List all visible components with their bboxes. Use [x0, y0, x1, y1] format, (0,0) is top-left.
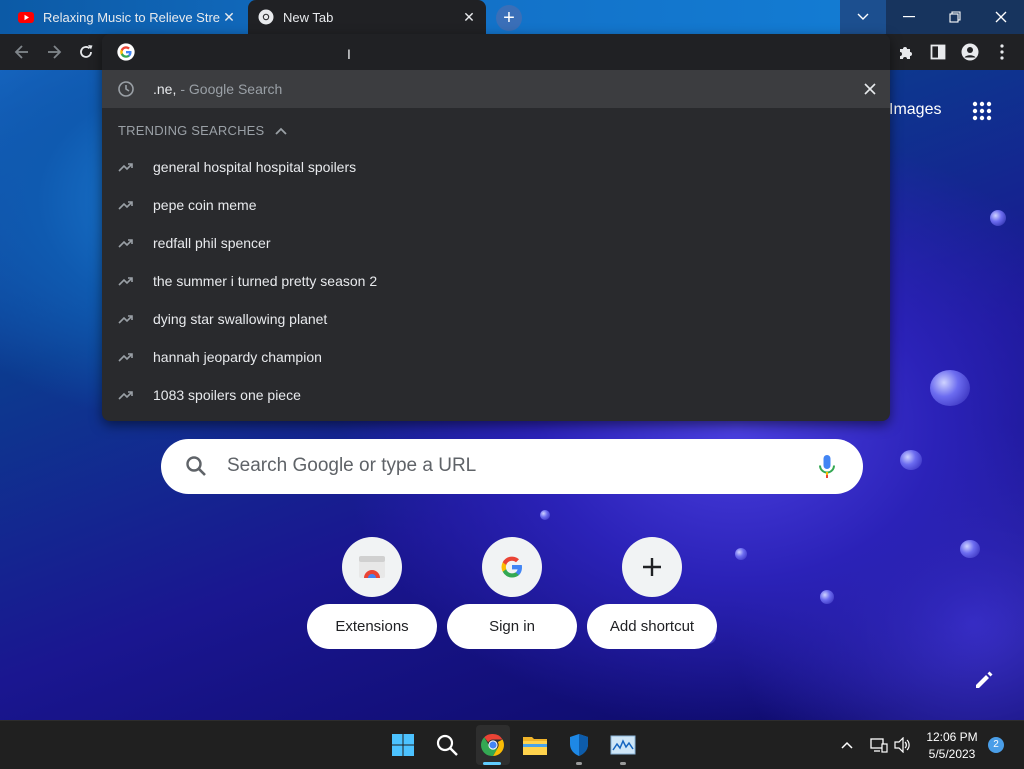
forward-arrow-icon[interactable]: [42, 40, 66, 64]
trending-item[interactable]: hannah jeopardy champion: [102, 338, 890, 376]
tab-title: New Tab: [283, 9, 334, 25]
volume-icon[interactable]: [889, 731, 917, 759]
shortcut-add-label[interactable]: Add shortcut: [587, 604, 717, 649]
taskbar-chrome-icon[interactable]: [476, 725, 510, 765]
trending-item-label: dying star swallowing planet: [153, 311, 328, 327]
trending-item[interactable]: the summer i turned pretty season 2: [102, 262, 890, 300]
trending-header-label: TRENDING SEARCHES: [118, 123, 265, 138]
reload-icon[interactable]: [74, 40, 98, 64]
trending-searches-header[interactable]: TRENDING SEARCHES: [118, 123, 288, 138]
resource-monitor-icon[interactable]: [609, 731, 637, 759]
windows-start-icon[interactable]: [389, 731, 417, 759]
taskbar-date[interactable]: 5/5/2023: [920, 747, 984, 761]
trending-arrow-icon: [118, 163, 133, 172]
tab-title: Relaxing Music to Relieve Stress,: [43, 9, 220, 25]
trending-arrow-icon: [118, 239, 133, 248]
water-drop: [930, 370, 970, 406]
water-drop: [820, 590, 834, 604]
google-apps-icon[interactable]: [972, 101, 992, 121]
app-running-indicator: [620, 762, 626, 765]
profile-avatar-icon[interactable]: [958, 40, 982, 64]
close-window-icon[interactable]: [978, 0, 1024, 34]
history-query-text: .ne,: [153, 81, 177, 97]
tab-new-tab[interactable]: New Tab ✕: [248, 0, 486, 34]
trending-item[interactable]: 1083 spoilers one piece: [102, 376, 890, 414]
trending-item[interactable]: general hospital hospital spoilers: [102, 148, 890, 186]
new-tab-button[interactable]: +: [496, 5, 522, 31]
trending-item[interactable]: pepe coin meme: [102, 186, 890, 224]
customize-pencil-icon[interactable]: [973, 669, 995, 691]
more-menu-icon[interactable]: [990, 40, 1014, 64]
side-panel-icon[interactable]: [926, 40, 950, 64]
water-drop: [735, 548, 747, 560]
search-icon: [186, 456, 206, 476]
ntp-search-box[interactable]: Search Google or type a URL: [161, 439, 863, 494]
app-running-indicator: [576, 762, 582, 765]
back-arrow-icon[interactable]: [10, 40, 34, 64]
tab-strip: Relaxing Music to Relieve Stress, ✕ New …: [0, 0, 1024, 34]
shortcut-extensions-label[interactable]: Extensions: [307, 604, 437, 649]
trending-item-label: pepe coin meme: [153, 197, 257, 213]
trending-item[interactable]: redfall phil spencer: [102, 224, 890, 262]
youtube-icon: [18, 12, 34, 23]
search-placeholder: Search Google or type a URL: [227, 455, 477, 476]
history-suffix-text: - Google Search: [180, 81, 283, 97]
images-link[interactable]: Images: [889, 101, 941, 119]
omnibox-input[interactable]: I: [102, 34, 890, 70]
google-g-icon: [501, 556, 522, 578]
history-clock-icon: [118, 81, 134, 97]
active-app-indicator: [483, 762, 501, 765]
shortcut-sign-in-icon[interactable]: [482, 537, 542, 597]
taskbar-search-icon[interactable]: [433, 731, 461, 759]
tab-youtube[interactable]: Relaxing Music to Relieve Stress, ✕: [8, 0, 246, 34]
extensions-puzzle-icon[interactable]: [894, 40, 918, 64]
minimize-icon[interactable]: [886, 0, 932, 34]
close-tab-icon[interactable]: ✕: [460, 9, 478, 26]
shortcut-add-icon[interactable]: [622, 537, 682, 597]
shortcut-extensions-icon[interactable]: [342, 537, 402, 597]
windows-taskbar: 12:06 PM 5/5/2023 2: [0, 720, 1024, 769]
water-drop: [900, 450, 922, 470]
trending-item-label: 1083 spoilers one piece: [153, 387, 301, 403]
trending-item[interactable]: dying star swallowing planet: [102, 300, 890, 338]
show-hidden-icons-chevron-icon[interactable]: [833, 731, 861, 759]
water-drop: [990, 210, 1006, 226]
remove-suggestion-icon[interactable]: [860, 79, 880, 99]
tab-search-icon[interactable]: [840, 0, 886, 34]
microphone-icon[interactable]: [817, 454, 837, 480]
trending-item-label: redfall phil spencer: [153, 235, 271, 251]
trending-arrow-icon: [118, 201, 133, 210]
trending-item-label: hannah jeopardy champion: [153, 349, 322, 365]
text-cursor-icon: I: [347, 46, 351, 62]
trending-arrow-icon: [118, 277, 133, 286]
history-suggestion[interactable]: .ne, - Google Search: [102, 70, 890, 108]
chrome-web-store-icon: [359, 556, 385, 578]
trending-arrow-icon: [118, 353, 133, 362]
omnibox-dropdown: I .ne, - Google Search TRENDING SEARCHES…: [102, 34, 890, 421]
chrome-icon: [258, 9, 274, 25]
water-drop: [540, 510, 550, 520]
trending-item-label: the summer i turned pretty season 2: [153, 273, 378, 289]
chevron-up-icon[interactable]: [274, 124, 288, 138]
google-g-icon: [117, 43, 135, 61]
water-drop: [960, 540, 980, 558]
windows-security-icon[interactable]: [565, 731, 593, 759]
trending-arrow-icon: [118, 391, 133, 400]
trending-arrow-icon: [118, 315, 133, 324]
taskbar-time[interactable]: 12:06 PM: [920, 730, 984, 744]
trending-item-label: general hospital hospital spoilers: [153, 159, 357, 175]
shortcut-sign-in-label[interactable]: Sign in: [447, 604, 577, 649]
plus-icon: [643, 558, 661, 576]
file-explorer-icon[interactable]: [521, 731, 549, 759]
close-tab-icon[interactable]: ✕: [220, 9, 238, 26]
restore-icon[interactable]: [932, 0, 978, 34]
notification-badge[interactable]: 2: [988, 737, 1004, 753]
